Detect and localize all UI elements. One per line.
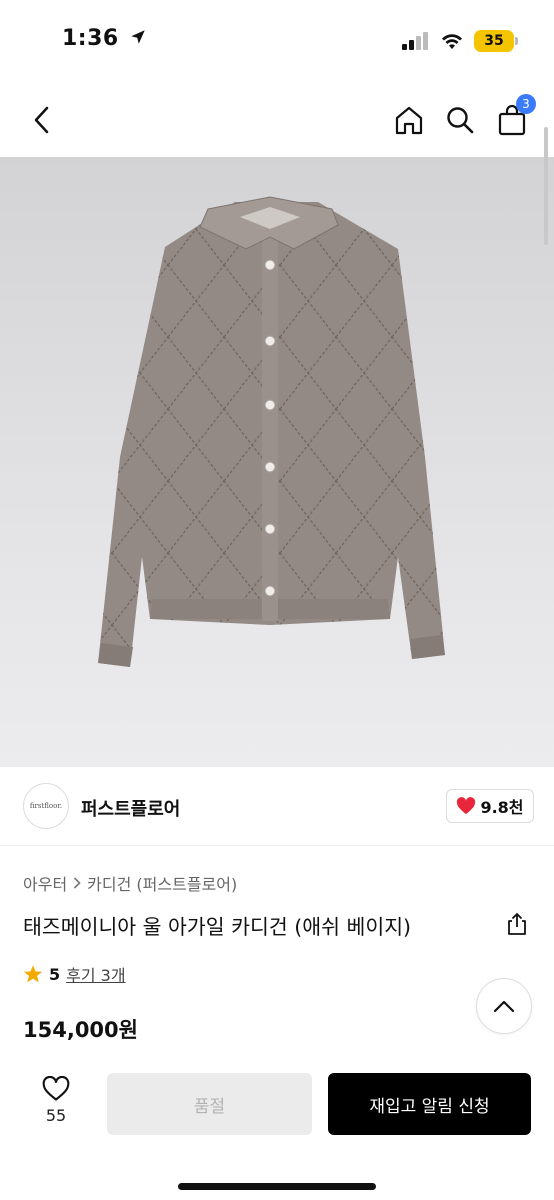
location-arrow-icon <box>131 30 145 44</box>
cart-button[interactable]: 3 <box>492 94 536 140</box>
chevron-left-icon <box>34 106 49 134</box>
home-icon <box>395 106 423 135</box>
home-button[interactable] <box>389 100 429 140</box>
brand-like-count: 9.8천 <box>480 798 524 817</box>
breadcrumb-item-cardigan[interactable]: 카디건 (퍼스트플로어) <box>87 871 237 895</box>
battery-indicator: 35 <box>474 30 518 52</box>
rating-row: 5 후기 3개 <box>23 962 126 986</box>
brand-logo-text: firstfloor. <box>29 802 63 810</box>
home-indicator <box>178 1183 376 1190</box>
heart-outline-icon <box>42 1076 70 1101</box>
search-icon <box>447 107 474 134</box>
signal-icon <box>402 32 428 50</box>
soldout-button[interactable]: 품절 <box>107 1073 312 1135</box>
breadcrumb: 아우터 카디건 (퍼스트플로어) <box>23 871 237 895</box>
review-count-link[interactable]: 후기 3개 <box>66 962 125 986</box>
rating-value: 5 <box>49 964 61 984</box>
status-icons: 35 <box>402 30 518 52</box>
divider <box>0 845 554 846</box>
status-time: 1:36 <box>62 26 147 51</box>
share-button[interactable] <box>504 911 530 937</box>
cardigan-photo <box>98 196 445 667</box>
search-button[interactable] <box>440 100 480 140</box>
scroll-indicator[interactable] <box>544 127 548 245</box>
brand-like-button[interactable]: 9.8천 <box>446 789 534 823</box>
restock-alert-button[interactable]: 재입고 알림 신청 <box>328 1073 531 1135</box>
chevron-up-icon <box>493 1000 515 1013</box>
wishlist-button[interactable]: 55 <box>34 1076 78 1125</box>
status-time-text: 1:36 <box>62 26 119 51</box>
share-icon <box>508 913 526 935</box>
wifi-icon <box>442 34 462 49</box>
product-title: 태즈메이니아 울 아가일 카디건 (애쉬 베이지) <box>23 915 412 939</box>
back-button[interactable] <box>22 100 62 140</box>
product-price: 154,000원 <box>23 1018 138 1042</box>
scroll-top-button[interactable] <box>476 978 532 1034</box>
breadcrumb-item-outer[interactable]: 아우터 <box>23 871 67 895</box>
brand-logo[interactable]: firstfloor. <box>23 783 69 829</box>
star-icon <box>23 965 43 983</box>
battery-level: 35 <box>484 33 504 49</box>
wishlist-count: 55 <box>45 1106 67 1125</box>
cart-count-badge: 3 <box>516 94 536 114</box>
chevron-right-icon <box>74 877 81 889</box>
heart-filled-icon <box>457 797 476 815</box>
product-image[interactable] <box>0 157 554 767</box>
brand-name[interactable]: 퍼스트플로어 <box>81 795 180 821</box>
